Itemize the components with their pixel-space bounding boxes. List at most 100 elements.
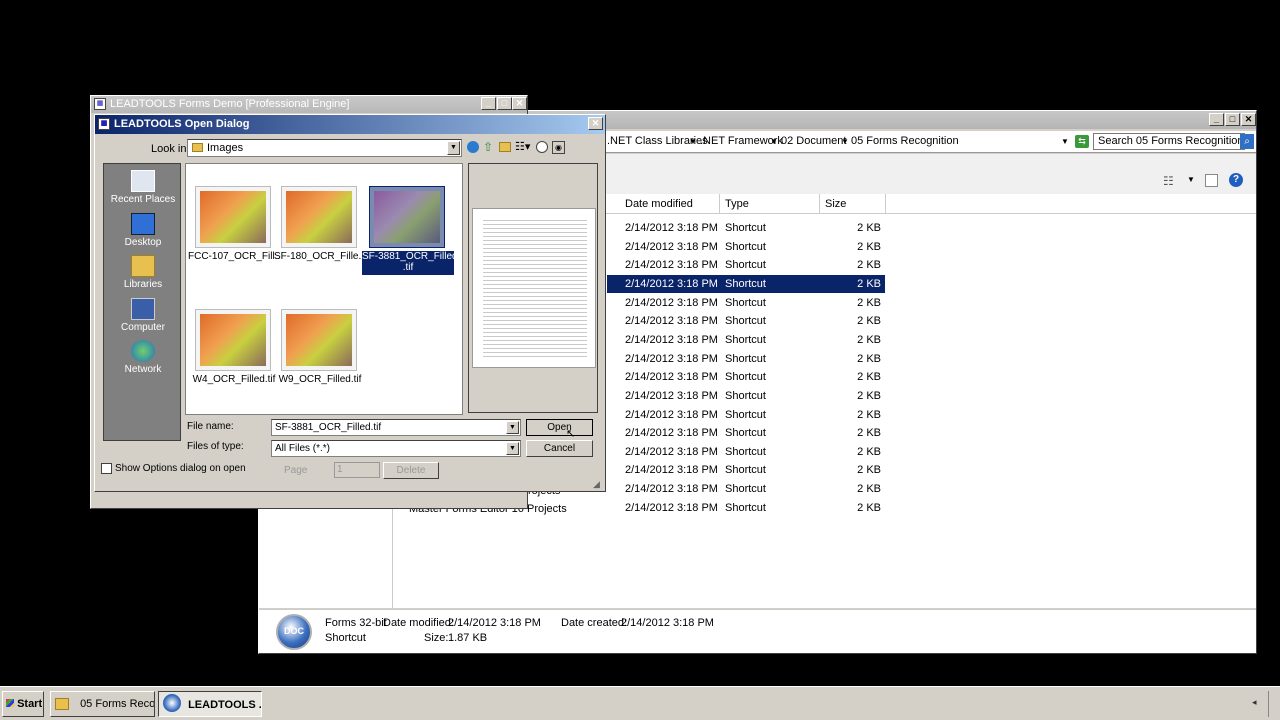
place-libraries[interactable]: Libraries: [104, 255, 182, 290]
details-date-modified-label: Date modified:: [383, 617, 454, 629]
row-date: 2/14/2012 3:18 PM: [625, 352, 718, 365]
place-desktop[interactable]: Desktop: [104, 213, 182, 248]
details-name: Forms 32-bit: [325, 617, 387, 629]
folder-icon: [55, 698, 69, 711]
breadcrumb-item[interactable]: 02 Document: [781, 135, 846, 147]
row-date: 2/14/2012 3:18 PM: [625, 259, 718, 272]
file-label[interactable]: SF-3881_OCR_Filled .tif: [362, 251, 454, 275]
taskbar-item-label: LEADTOOLS ...: [188, 698, 262, 711]
table-row[interactable]: 2/14/2012 3:18 PM Shortcut 2 KB: [607, 406, 885, 424]
row-date: 2/14/2012 3:18 PM: [625, 315, 718, 328]
refresh-icon[interactable]: ⇆: [1075, 135, 1089, 148]
preview-pane-icon[interactable]: [1205, 174, 1218, 187]
file-label[interactable]: W4_OCR_Filled.tif: [188, 374, 280, 385]
chevron-down-icon[interactable]: ▼: [447, 141, 460, 155]
back-icon[interactable]: [467, 141, 479, 153]
file-thumbnail[interactable]: [369, 186, 445, 248]
file-thumbnail[interactable]: [281, 186, 357, 248]
column-type[interactable]: Type: [720, 194, 820, 214]
file-thumbnail[interactable]: [195, 309, 271, 371]
file-label[interactable]: FCC-107_OCR_Fill...: [188, 251, 280, 262]
table-row[interactable]: 2/14/2012 3:18 PM Shortcut 2 KB: [607, 480, 885, 498]
forms-demo-titlebar[interactable]: ▦ LEADTOOLS Forms Demo [Professional Eng…: [91, 96, 527, 113]
column-size[interactable]: Size: [820, 194, 886, 214]
table-row[interactable]: 2/14/2012 3:18 PM Shortcut 2 KB: [607, 368, 885, 386]
row-date: 2/14/2012 3:18 PM: [625, 240, 718, 253]
close-button[interactable]: ✕: [588, 117, 603, 130]
place-recent-places[interactable]: Recent Places: [104, 170, 182, 205]
table-row[interactable]: 2/14/2012 3:18 PM Shortcut 2 KB: [607, 331, 885, 349]
file-thumbnail-list[interactable]: FCC-107_OCR_Fill... SF-180_OCR_Fille... …: [185, 163, 463, 415]
history-dropdown-icon[interactable]: ▼: [1061, 137, 1069, 146]
start-button[interactable]: Start: [2, 691, 44, 717]
search-icon[interactable]: ⌕: [1240, 134, 1254, 149]
file-thumbnail[interactable]: [281, 309, 357, 371]
open-dialog[interactable]: ▦ LEADTOOLS Open Dialog ✕ Look in Images…: [94, 114, 606, 492]
search-input[interactable]: Search 05 Forms Recognition: [1093, 133, 1245, 150]
maximize-button[interactable]: □: [1225, 113, 1240, 126]
place-label: Desktop: [124, 237, 162, 248]
view-menu-icon[interactable]: ☷▾: [515, 140, 530, 153]
table-row[interactable]: 2/14/2012 3:18 PM Shortcut 2 KB: [607, 294, 885, 312]
files-of-type-select[interactable]: All Files (*.*) ▼: [271, 440, 521, 457]
tray-expand-icon[interactable]: ◂: [1252, 697, 1257, 708]
page-input[interactable]: 1: [334, 462, 380, 478]
chevron-down-icon[interactable]: ▼: [841, 137, 849, 146]
places-bar: Recent Places Desktop Libraries Computer…: [103, 163, 181, 441]
recent-places-icon: [131, 170, 155, 192]
column-date-modified[interactable]: Date modified: [620, 194, 720, 214]
open-button[interactable]: Open: [526, 419, 593, 436]
taskbar-item-leadtools[interactable]: LEADTOOLS ...: [158, 691, 262, 717]
new-folder-icon[interactable]: [499, 142, 511, 152]
table-row[interactable]: 2/14/2012 3:18 PM Shortcut 2 KB: [607, 461, 885, 479]
maximize-button[interactable]: □: [497, 97, 512, 110]
row-type: Shortcut: [725, 222, 766, 234]
file-label[interactable]: W9_OCR_Filled.tif: [274, 374, 366, 385]
row-type: Shortcut: [725, 427, 766, 440]
look-in-select[interactable]: Images ▼: [187, 139, 462, 157]
cancel-button[interactable]: Cancel: [526, 440, 593, 457]
delete-button[interactable]: Delete: [383, 462, 439, 479]
show-options-checkbox[interactable]: [101, 463, 112, 474]
file-name-input[interactable]: SF-3881_OCR_Filled.tif ▼: [271, 419, 521, 436]
row-size: 2 KB: [857, 296, 881, 309]
details-date-modified: 2/14/2012 3:18 PM: [448, 617, 541, 629]
details-pane: DOC Forms 32-bit Date modified: 2/14/201…: [259, 609, 1256, 653]
show-desktop-button[interactable]: [1268, 691, 1278, 717]
close-button[interactable]: ✕: [1241, 113, 1256, 126]
table-row[interactable]: 2/14/2012 3:18 PM Shortcut 2 KB: [607, 312, 885, 330]
table-row[interactable]: 2/14/2012 3:18 PM Shortcut 2 KB: [607, 499, 885, 517]
preview-toggle-icon[interactable]: ◉: [552, 141, 565, 154]
minimize-button[interactable]: _: [1209, 113, 1224, 126]
close-button[interactable]: ✕: [512, 97, 527, 110]
chevron-down-icon[interactable]: ▼: [1187, 175, 1195, 184]
taskbar-item-explorer[interactable]: 05 Forms Reco...: [50, 691, 155, 717]
breadcrumb-item[interactable]: 05 Forms Recognition: [851, 135, 959, 147]
look-in-label: Look in: [151, 143, 187, 155]
place-label: Network: [124, 364, 162, 375]
table-row[interactable]: 2/14/2012 3:18 PM Shortcut 2 KB: [607, 274, 885, 293]
up-folder-icon[interactable]: ⇧: [483, 140, 493, 154]
row-size: 2 KB: [857, 408, 881, 421]
table-row[interactable]: 2/14/2012 3:18 PM Shortcut 2 KB: [607, 219, 885, 237]
table-row[interactable]: 2/14/2012 3:18 PM Shortcut 2 KB: [607, 238, 885, 256]
chevron-down-icon[interactable]: ▼: [689, 137, 697, 146]
table-row[interactable]: 2/14/2012 3:18 PM Shortcut 2 KB: [607, 350, 885, 368]
file-label[interactable]: SF-180_OCR_Fille...: [274, 251, 366, 262]
table-row[interactable]: 2/14/2012 3:18 PM Shortcut 2 KB: [607, 256, 885, 274]
table-row[interactable]: 2/14/2012 3:18 PM Shortcut 2 KB: [607, 387, 885, 405]
chevron-down-icon[interactable]: ▼: [770, 137, 778, 146]
minimize-button[interactable]: _: [481, 97, 496, 110]
table-row[interactable]: 2/14/2012 3:18 PM Shortcut 2 KB: [607, 424, 885, 442]
view-options-icon[interactable]: ☷: [1163, 174, 1174, 188]
info-icon[interactable]: [536, 141, 548, 153]
chevron-down-icon[interactable]: ▼: [506, 442, 519, 455]
table-row[interactable]: 2/14/2012 3:18 PM Shortcut 2 KB: [607, 443, 885, 461]
chevron-down-icon[interactable]: ▼: [506, 421, 519, 434]
resize-grip-icon[interactable]: ◢: [593, 479, 600, 490]
open-dialog-titlebar[interactable]: ▦ LEADTOOLS Open Dialog ✕: [95, 115, 605, 134]
file-thumbnail[interactable]: [195, 186, 271, 248]
place-computer[interactable]: Computer: [104, 298, 182, 333]
place-network[interactable]: Network: [104, 340, 182, 375]
help-icon[interactable]: ?: [1229, 173, 1243, 187]
